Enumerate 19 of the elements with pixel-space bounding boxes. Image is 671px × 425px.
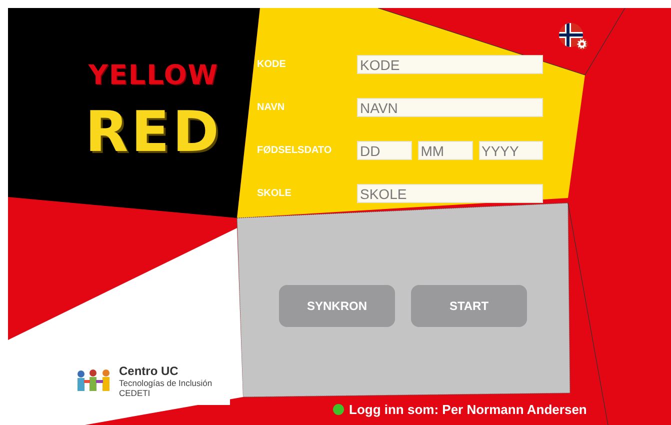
logo-title: YELLOW xyxy=(88,60,219,91)
field-label: SKOLE xyxy=(257,188,292,199)
partner-name: Centro UC xyxy=(119,364,180,378)
partner-acronym: CEDETI xyxy=(119,388,150,398)
logo-title: RED xyxy=(85,105,222,161)
input-field[interactable]: KODE xyxy=(357,55,543,74)
action-button[interactable]: SYNKRON xyxy=(279,284,395,326)
input-field[interactable]: MM xyxy=(418,141,472,160)
action-button[interactable]: START xyxy=(411,284,527,326)
input-field[interactable]: DD xyxy=(357,141,412,160)
language-settings-icon[interactable] xyxy=(558,22,589,51)
field-label: FØDSELSDATO xyxy=(257,145,333,156)
login-status: Logg inn som: Per Normann Andersen xyxy=(349,402,587,416)
input-field[interactable]: SKOLE xyxy=(357,184,543,203)
field-label: NAVN xyxy=(257,102,286,113)
input-field[interactable]: YYYY xyxy=(478,141,543,160)
partner-subtitle: Tecnologías de Inclusión xyxy=(119,378,212,388)
input-field[interactable]: NAVN xyxy=(357,98,543,117)
field-label: KODE xyxy=(257,59,287,70)
